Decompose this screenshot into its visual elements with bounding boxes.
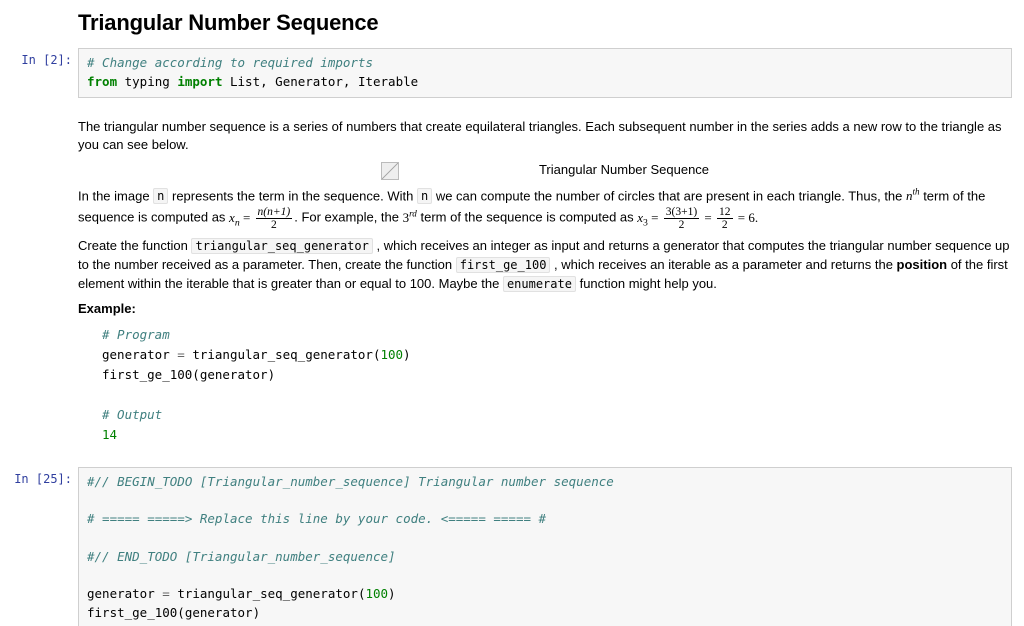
code-cell-1[interactable]: # Change according to required imports f…: [78, 48, 1012, 98]
figure-wrap: Triangular Number Sequence: [78, 161, 1012, 180]
markdown-cell-row: The triangular number sequence is a seri…: [0, 108, 1024, 449]
md-prompt-empty: [0, 108, 78, 449]
inline-code-n: n: [417, 188, 432, 204]
intro-paragraph: The triangular number sequence is a seri…: [78, 118, 1012, 156]
notebook-page: Triangular Number Sequence In [2]: # Cha…: [0, 0, 1024, 626]
in-prompt-1: In [2]:: [0, 48, 78, 98]
inline-code-fn1: triangular_seq_generator: [191, 238, 372, 254]
markdown-cell: The triangular number sequence is a seri…: [78, 108, 1024, 449]
code-cell-2[interactable]: #// BEGIN_TODO [Triangular_number_sequen…: [78, 467, 1012, 626]
task-paragraph: Create the function triangular_seq_gener…: [78, 237, 1012, 294]
code-cell-1-row: In [2]: # Change according to required i…: [0, 48, 1024, 98]
page-title: Triangular Number Sequence: [78, 10, 1024, 36]
inline-code-fn2: first_ge_100: [456, 257, 551, 273]
example-block: # Program generator = triangular_seq_gen…: [102, 325, 1012, 445]
code-comment: # Change according to required imports: [87, 55, 373, 70]
in-prompt-2: In [25]:: [0, 467, 78, 626]
example-output: 14: [102, 427, 117, 442]
example-label: Example:: [78, 300, 1012, 319]
equation-xn: xn = n(n+1)2: [229, 210, 294, 225]
todo-end-comment: #// END_TODO [Triangular_number_sequence…: [87, 549, 396, 564]
inline-code-n: n: [153, 188, 168, 204]
todo-begin-comment: #// BEGIN_TODO [Triangular_number_sequen…: [87, 474, 614, 489]
kw-import: import: [177, 74, 222, 89]
figure-caption: Triangular Number Sequence: [539, 161, 709, 180]
inline-code-enumerate: enumerate: [503, 276, 576, 292]
code-cell-2-row: In [25]: #// BEGIN_TODO [Triangular_numb…: [0, 467, 1024, 626]
kw-from: from: [87, 74, 117, 89]
equation-x3: x3 = 3(3+1)2 = 122 = 6.: [637, 210, 758, 225]
todo-replace-comment: # ===== =====> Replace this line by your…: [87, 511, 546, 526]
broken-image-icon: [381, 162, 399, 180]
formula-paragraph: In the image n represents the term in th…: [78, 186, 1012, 231]
